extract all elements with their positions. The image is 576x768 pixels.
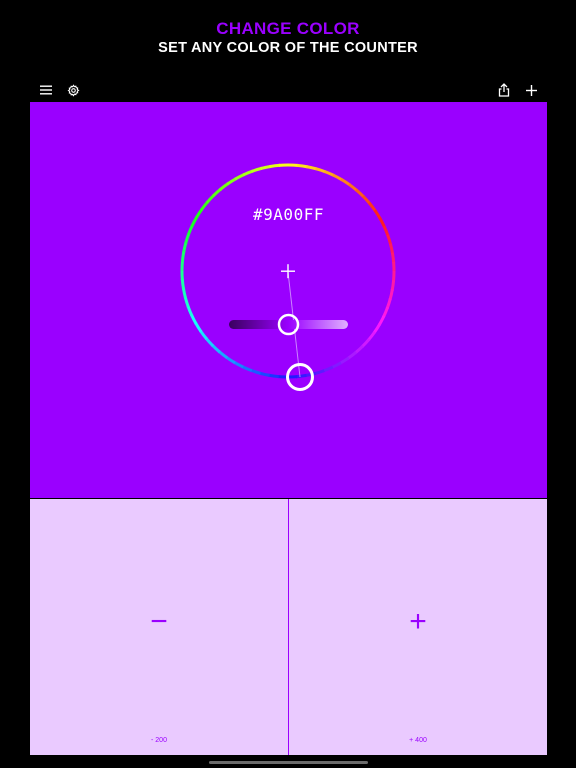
hue-ring-segment [211, 187, 222, 198]
hue-ring-segment [323, 169, 335, 177]
home-indicator [209, 761, 368, 764]
hue-ring-segment [306, 165, 318, 171]
hue-ring-segment [186, 224, 194, 236]
hue-ring-segment [382, 225, 390, 237]
hue-ring-segment [180, 250, 186, 262]
share-icon [498, 83, 510, 97]
color-picker-area[interactable]: #9A00FF [30, 102, 547, 498]
hue-ring-segment [386, 234, 393, 246]
hue-ring-segment [189, 313, 198, 325]
increment-pane[interactable]: + + 400 [289, 499, 547, 755]
hue-ring-segment [388, 289, 394, 301]
hex-value: #9A00FF [253, 205, 324, 224]
hue-ring-segment [180, 260, 185, 272]
hue-ring-segment [346, 351, 358, 360]
promo-headline: CHANGE COLOR SET ANY COLOR OF THE COUNTE… [0, 19, 576, 58]
hue-ring-segment [340, 177, 351, 187]
hue-ring-segment [322, 365, 334, 373]
hue-ring-segment [354, 344, 365, 355]
hue-ring-segment [297, 163, 309, 169]
hue-ring-segment [204, 337, 215, 348]
hue-ring-segment [390, 280, 396, 292]
plus-icon: + [409, 605, 427, 638]
menu-button[interactable] [35, 79, 57, 101]
hue-ring-segment [241, 365, 253, 373]
hue-ring-segment [181, 287, 188, 299]
hue-ring-segment [234, 172, 246, 181]
hue-ring-segment [180, 278, 186, 290]
share-button[interactable] [493, 79, 515, 101]
minus-icon: − [150, 605, 168, 638]
decrement-pane[interactable]: − - 200 [30, 499, 288, 755]
menu-icon [40, 85, 52, 95]
color-wheel[interactable] [30, 102, 547, 498]
hue-ring-segment [258, 371, 270, 377]
plus-icon [525, 84, 537, 96]
hue-ring-segment [313, 369, 325, 376]
hue-ring-segment [391, 270, 396, 282]
hue-ring-segment [182, 241, 188, 253]
gear-icon [67, 83, 79, 97]
hue-ring-segment [267, 373, 279, 379]
hue-ring-segment [390, 252, 396, 264]
hue-ring-segment [315, 167, 327, 174]
hue-ring-segment [347, 182, 359, 192]
increment-count: + 400 [409, 737, 427, 744]
hue-ring-segment [194, 322, 203, 333]
hue-ring-segment [388, 243, 395, 255]
hue-ring-segment [355, 188, 366, 199]
hue-ring-segment [339, 356, 350, 365]
hue-ring-segment [186, 305, 194, 317]
hue-ring-segment [226, 177, 237, 186]
hue-ring-segment [361, 194, 372, 205]
hue-ring-segment [269, 163, 281, 169]
hue-ring-segment [249, 368, 261, 375]
hue-ring-segment [199, 329, 208, 341]
hue-ring-segment [295, 373, 307, 379]
hue-ring-segment [360, 338, 371, 349]
hue-ring-segment [382, 306, 390, 318]
hue-ring-segment [287, 163, 299, 168]
center-marker-icon [281, 264, 295, 279]
hue-ring-segment [385, 298, 392, 310]
hue-ring-segment [184, 232, 191, 244]
brightness-slider-track[interactable] [229, 320, 348, 329]
hue-ring-segment [260, 164, 272, 171]
hue-ring-segment [233, 360, 244, 369]
add-button[interactable] [520, 79, 542, 101]
decrement-count: - 200 [151, 737, 167, 744]
hue-ring-segment [330, 361, 342, 370]
toolbar [30, 79, 547, 101]
hue-ring-segment [372, 323, 382, 334]
hue-ring-segment [242, 169, 254, 177]
hue-ring-segment [218, 182, 230, 191]
hue-ring-segment [183, 296, 190, 308]
hue-ring-segment [225, 355, 236, 365]
promo-title: CHANGE COLOR [216, 19, 360, 38]
promo-subtitle: SET ANY COLOR OF THE COUNTER [158, 40, 418, 56]
hue-ring-segment [217, 350, 229, 360]
hue-ring-segment [251, 166, 263, 173]
hue-ring-segment [377, 315, 386, 326]
hue-ring-segment [332, 173, 343, 182]
hue-ring-segment [367, 330, 377, 342]
settings-button[interactable] [62, 79, 84, 101]
hue-ring-segment [210, 343, 221, 354]
hue-ring-segment [205, 193, 216, 204]
